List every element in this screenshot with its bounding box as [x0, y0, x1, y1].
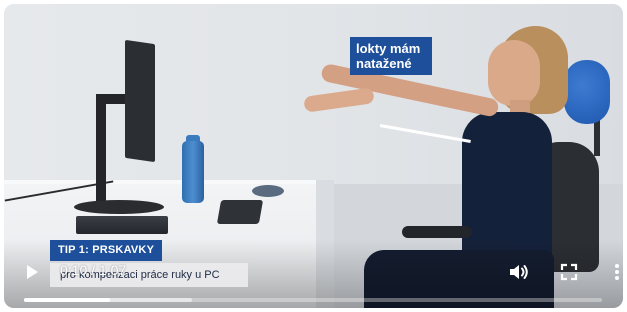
laptop: [76, 216, 168, 234]
volume-icon: [510, 265, 528, 279]
progress-bar[interactable]: [24, 298, 602, 302]
time-display: 0:10 / 1:07: [60, 262, 127, 278]
play-icon: [27, 265, 38, 279]
callout-line-1: lokty mám: [356, 41, 421, 56]
person-head: [488, 40, 540, 106]
play-button[interactable]: [24, 261, 40, 283]
more-vertical-icon: [615, 264, 619, 280]
chair-armrest: [402, 226, 472, 238]
monitor: [125, 39, 155, 163]
tip-tag: TIP 1: PRSKAVKY: [50, 240, 163, 261]
desk-edge: [4, 180, 334, 184]
progress-played: [24, 298, 111, 302]
video-player[interactable]: lokty mám natažené TIP 1: PRSKAVKY pro k…: [4, 4, 623, 308]
fullscreen-button[interactable]: [560, 263, 578, 281]
keyboard: [216, 200, 264, 224]
monitor-stand: [96, 96, 106, 206]
chair-headrest: [564, 60, 610, 124]
more-options-button[interactable]: [614, 261, 620, 283]
callout-line-2: natažené: [356, 56, 412, 71]
volume-button[interactable]: [508, 262, 530, 282]
water-bottle: [182, 141, 204, 203]
fullscreen-icon: [560, 263, 578, 281]
mouse: [252, 185, 284, 197]
callout-label: lokty mám natažené: [350, 37, 432, 75]
monitor-base: [74, 200, 164, 214]
